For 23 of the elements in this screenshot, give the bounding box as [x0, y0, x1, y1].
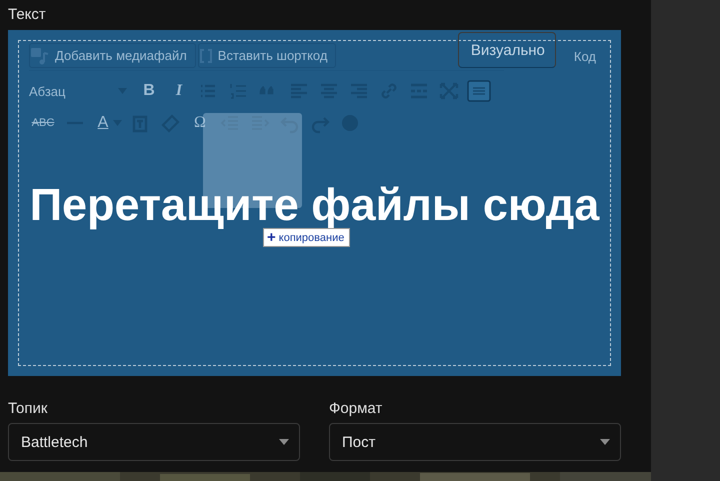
dropdown-select[interactable]: Battletech — [8, 423, 300, 461]
brackets-icon — [198, 48, 213, 64]
text-color-button[interactable]: A — [93, 114, 113, 132]
italic-button[interactable]: I — [167, 82, 191, 100]
plus-icon: + — [267, 229, 276, 246]
dropdown-select[interactable]: Пост — [329, 423, 621, 461]
copy-label: копирование — [278, 232, 344, 244]
editor-drop-zone[interactable]: Добавить медиафайл Вставить шорткод Визуально Код Абзац B I ABC A Ω Перетащите файлы сюда + копирование — [8, 30, 621, 376]
toolbar-toggle-icon[interactable] — [467, 80, 491, 102]
field-label: Топик — [8, 400, 48, 417]
field-label: Текст — [8, 6, 47, 25]
editor-tab[interactable]: Визуально — [458, 32, 556, 68]
media-icon — [30, 46, 50, 64]
strikethrough-button[interactable]: ABC — [29, 117, 57, 129]
add-media-button[interactable]: Добавить медиафайл — [29, 43, 196, 68]
caret-icon — [279, 439, 289, 445]
shortcode-button[interactable]: Вставить шорткод — [198, 43, 336, 68]
paragraph-format-select[interactable]: Абзац — [29, 84, 127, 98]
caret-icon — [600, 439, 610, 445]
field-label: Формат — [329, 400, 384, 417]
bold-button[interactable]: B — [137, 82, 161, 100]
editor-tab[interactable]: Код — [568, 49, 602, 68]
special-character-button[interactable]: Ω — [188, 114, 212, 132]
